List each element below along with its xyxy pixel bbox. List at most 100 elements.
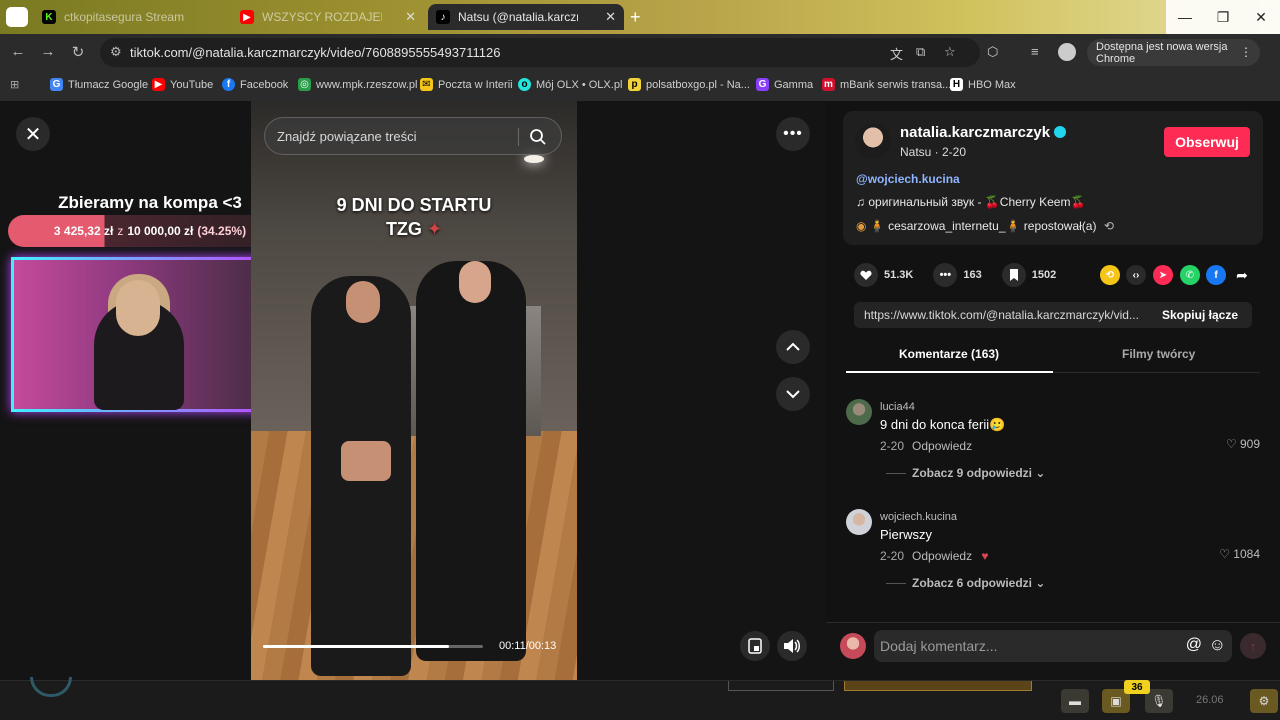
next-video-button[interactable]: [776, 377, 810, 411]
follow-button[interactable]: Obserwuj: [1164, 127, 1250, 157]
bookmark-item[interactable]: p polsatboxgo.pl - Na...: [628, 78, 750, 91]
restore-icon[interactable]: ❐: [1204, 0, 1242, 34]
minimize-icon[interactable]: —: [1166, 0, 1204, 34]
author-username[interactable]: natalia.karczmarczyk: [900, 124, 1067, 141]
menu-dots-icon[interactable]: ⋮: [1240, 45, 1252, 59]
comment-username[interactable]: wojciech.kucina: [880, 511, 957, 523]
send-icon[interactable]: ➤: [1153, 265, 1173, 285]
repost-avatar-icon: ◉: [856, 219, 870, 233]
view-replies-button[interactable]: Zobacz 6 odpowiedzi ⌄: [886, 576, 1045, 590]
chat-icon[interactable]: ▬: [1061, 689, 1089, 713]
details-panel: natalia.karczmarczyk Natsu · 2-20 Obserw…: [826, 101, 1280, 680]
back-icon[interactable]: ←: [8, 43, 28, 60]
youtube-icon: ▶: [240, 10, 254, 24]
profile-avatar-icon[interactable]: [1058, 43, 1076, 61]
forward-icon[interactable]: →: [38, 43, 58, 60]
comments-button[interactable]: ••• 163: [933, 263, 982, 287]
chevron-down-icon: ⌄: [1035, 576, 1046, 590]
reply-button[interactable]: Odpowiedz: [912, 439, 972, 453]
bookmark-star-icon[interactable]: ☆: [944, 44, 956, 60]
close-tab-icon[interactable]: ✕: [405, 9, 416, 25]
tab-stream[interactable]: K ctkopitasegura Stream - Watch: [34, 4, 222, 30]
commenter-avatar[interactable]: [846, 399, 872, 425]
video-area: ✕ Zbieramy na kompa <3 3 425,32 zł z 10 …: [0, 101, 826, 680]
translate-icon[interactable]: 文: [890, 44, 903, 63]
music-link[interactable]: ♫ оригинальный звук - 🍒Cherry Keem🍒: [856, 195, 1085, 209]
author-avatar[interactable]: [855, 123, 891, 159]
new-tab-icon[interactable]: +: [630, 7, 641, 28]
site-info-icon[interactable]: ⚙: [110, 44, 122, 60]
copy-link-button[interactable]: Skopiuj łącze: [1162, 308, 1238, 322]
donation-goal-bar: 3 425,32 zł z 10 000,00 zł (34.25%): [8, 215, 292, 247]
verified-icon: [1054, 126, 1067, 138]
emoji-picker-icon[interactable]: ☺: [1209, 635, 1226, 655]
like-button[interactable]: 51.3K: [854, 263, 913, 287]
reload-icon[interactable]: ↻: [68, 43, 88, 61]
comment-input[interactable]: Dodaj komentarz... @ ☺: [874, 630, 1232, 662]
volume-icon: [784, 639, 800, 653]
close-window-icon[interactable]: ✕: [1242, 0, 1280, 34]
bookmark-icon: [1001, 263, 1026, 287]
tab-comments[interactable]: Komentarze (163): [899, 347, 999, 361]
olx-icon: o: [518, 78, 531, 91]
profile-icon[interactable]: [6, 7, 28, 27]
pip-button[interactable]: [740, 631, 770, 661]
close-video-button[interactable]: ✕: [16, 117, 50, 151]
globe-icon: ◎: [298, 78, 311, 91]
clock: 26.06: [1196, 694, 1224, 706]
repost-icon: ⟲: [1103, 219, 1114, 233]
bookmark-item[interactable]: ◎ www.mpk.rzeszow.pl: [298, 78, 417, 91]
screen: K ctkopitasegura Stream - Watch ▶ WSZYSC…: [0, 0, 1280, 720]
close-tab-icon[interactable]: ✕: [605, 9, 616, 25]
bookmark-item[interactable]: f Facebook: [222, 78, 288, 91]
save-button[interactable]: 1502: [1001, 263, 1056, 287]
bookmark-item[interactable]: m mBank serwis transa...: [822, 78, 951, 91]
related-search-input[interactable]: Znajdź powiązane treści: [264, 117, 562, 155]
view-replies-button[interactable]: Zobacz 9 odpowiedzi ⌄: [886, 466, 1045, 480]
tab-youtube[interactable]: ▶ WSZYSCY ROZDAJEMY! TOP 5... ✕: [232, 4, 424, 30]
mail-icon: ✉: [420, 78, 433, 91]
extensions-icon[interactable]: ⬡: [987, 44, 998, 60]
donation-goal-title: Zbieramy na kompa <3: [58, 193, 242, 212]
tab-tiktok[interactable]: ♪ Natsu (@natalia.karczmarczyk) ✕: [428, 4, 624, 30]
share-link-box: https://www.tiktok.com/@natalia.karczmar…: [854, 302, 1252, 328]
comment-like-button[interactable]: ♡ 1084: [1219, 547, 1260, 561]
apps-icon[interactable]: ⊞: [10, 78, 19, 91]
video-progress-bar[interactable]: [263, 645, 483, 648]
repost-share-icon[interactable]: ⟲: [1100, 265, 1120, 285]
settings-gear-icon[interactable]: ⚙: [1250, 689, 1278, 713]
comment-username[interactable]: lucia44: [880, 401, 915, 413]
bookmark-item[interactable]: H HBO Max: [950, 78, 1016, 91]
more-options-button[interactable]: •••: [776, 117, 810, 151]
volume-button[interactable]: [777, 631, 807, 661]
bookmark-item[interactable]: G Tłumacz Google: [50, 78, 148, 91]
bookmark-item[interactable]: ✉ Poczta w Interii: [420, 78, 513, 91]
facebook-icon: f: [222, 78, 235, 91]
facebook-icon[interactable]: f: [1206, 265, 1226, 285]
media-icon[interactable]: ≡: [1031, 44, 1039, 59]
tab-strip: K ctkopitasegura Stream - Watch ▶ WSZYSC…: [0, 0, 1280, 34]
search-icon[interactable]: [529, 128, 547, 151]
reply-button[interactable]: Odpowiedz: [912, 549, 972, 563]
bookmark-item[interactable]: G Gamma: [756, 78, 813, 91]
bookmark-item[interactable]: ▶ YouTube: [152, 78, 213, 91]
send-comment-button[interactable]: ↑: [1240, 633, 1266, 659]
bookmark-item[interactable]: o Mój OLX • OLX.pl: [518, 78, 622, 91]
video-player[interactable]: Znajdź powiązane treści 9 DNI DO STARTU …: [251, 101, 577, 680]
address-bar[interactable]: ⚙ tiktok.com/@natalia.karczmarczyk/video…: [100, 38, 980, 67]
comment-like-button[interactable]: ♡ 909: [1226, 437, 1260, 451]
whatsapp-icon[interactable]: ✆: [1180, 265, 1200, 285]
mention-icon[interactable]: @: [1186, 636, 1202, 654]
share-arrow-icon[interactable]: ➦: [1232, 265, 1252, 285]
tab-creator-videos[interactable]: Filmy twórcy: [1122, 347, 1195, 361]
embed-icon[interactable]: ‹›: [1126, 265, 1146, 285]
share-link-text: https://www.tiktok.com/@natalia.karczmar…: [864, 308, 1139, 322]
mention-link[interactable]: @wojciech.kucina: [856, 172, 960, 186]
youtube-icon: ▶: [152, 78, 165, 91]
previous-video-button[interactable]: [776, 330, 810, 364]
commenter-avatar[interactable]: [846, 509, 872, 535]
chrome-update-button[interactable]: Dostępna jest nowa wersja Chrome ⋮: [1087, 39, 1260, 66]
install-icon[interactable]: ⧉: [916, 44, 925, 60]
comment-text: 9 dni do konca ferii🥲: [880, 417, 1006, 432]
webcam-overlay: [11, 257, 287, 412]
